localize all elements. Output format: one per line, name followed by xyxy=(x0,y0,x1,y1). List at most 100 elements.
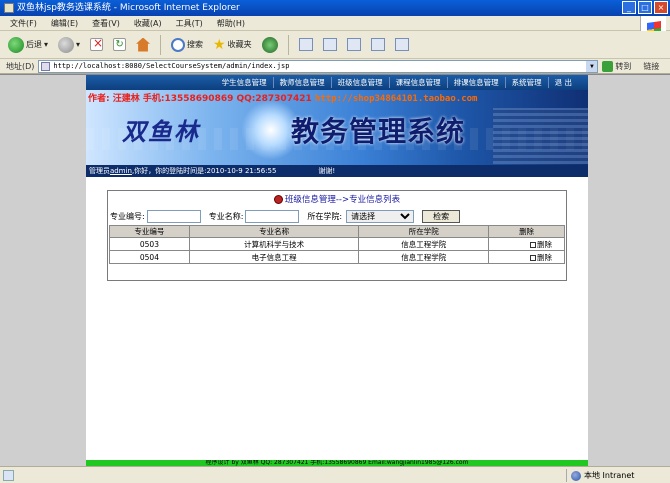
column-header: 删除 xyxy=(488,225,565,238)
column-header: 专业编号 xyxy=(109,225,190,238)
cell-college: 信息工程学院 xyxy=(358,237,490,251)
delete-link[interactable]: 删除 xyxy=(488,237,565,251)
stop-icon[interactable] xyxy=(90,36,103,51)
menu-favorites[interactable]: 收藏(A) xyxy=(134,18,162,29)
major-table: 专业编号 专业名称 所在学院 删除 0503 计算机科学与技术 信息工程学院 删… xyxy=(109,225,565,264)
edit-icon[interactable] xyxy=(346,38,361,51)
code-input[interactable] xyxy=(146,209,201,223)
menu-file[interactable]: 文件(F) xyxy=(10,18,37,29)
brand-name: 双鱼林 xyxy=(122,117,200,146)
menu-edit[interactable]: 编辑(E) xyxy=(51,18,78,29)
shop-url: http://shop34864101.taobao.com xyxy=(314,94,478,104)
home-icon[interactable] xyxy=(136,37,151,52)
table-row: 0504 电子信息工程 信息工程学院 删除 xyxy=(109,250,565,264)
building-graphic xyxy=(493,108,588,164)
go-label: 转到 xyxy=(615,61,632,71)
welcome-prefix: 管理员 xyxy=(89,167,110,175)
star-icon: ★ xyxy=(213,36,226,53)
chevron-down-icon[interactable]: ▾ xyxy=(76,40,80,49)
nav-item-schedule[interactable]: 排课信息管理 xyxy=(446,77,505,88)
nav-item-system[interactable]: 系统管理 xyxy=(504,77,548,88)
nav-item-logout[interactable]: 退 出 xyxy=(547,77,578,88)
nav-item-teachers[interactable]: 教师信息管理 xyxy=(272,77,331,88)
address-input[interactable]: http://localhost:8080/SelectCourseSystem… xyxy=(38,59,599,73)
name-input[interactable] xyxy=(245,209,300,223)
page-viewport: 学生信息管理 教师信息管理 班级信息管理 课程信息管理 排课信息管理 系统管理 … xyxy=(0,74,670,467)
cell-code: 0503 xyxy=(109,237,190,251)
back-label: 后退 xyxy=(26,40,42,49)
menu-tools[interactable]: 工具(T) xyxy=(176,18,203,29)
toolbar-divider xyxy=(287,34,289,55)
links-button[interactable]: 链接 xyxy=(643,61,659,72)
forward-button[interactable]: ▾ xyxy=(58,36,80,53)
menu-view[interactable]: 查看(V) xyxy=(92,18,120,29)
search-form: 专业编号: 专业名称: 所在学院: 请选择 检索 xyxy=(108,207,566,225)
delete-icon xyxy=(530,254,536,261)
name-label: 专业名称: xyxy=(208,211,244,221)
column-header: 专业名称 xyxy=(188,225,360,238)
table-header-row: 专业编号 专业名称 所在学院 删除 xyxy=(109,225,565,238)
delete-icon xyxy=(530,241,536,248)
globe-icon xyxy=(571,470,581,481)
refresh-icon[interactable]: ↻ xyxy=(113,38,127,51)
print-icon[interactable] xyxy=(322,38,337,51)
search-icon xyxy=(171,37,186,52)
minimize-button[interactable]: _ xyxy=(622,1,636,14)
history-icon[interactable] xyxy=(261,36,278,53)
ie-page-icon xyxy=(4,2,14,13)
messenger-icon[interactable] xyxy=(370,38,385,51)
college-select[interactable]: 请选择 xyxy=(346,209,415,223)
table-row: 0503 计算机科学与技术 信息工程学院 删除 xyxy=(109,237,565,251)
go-button[interactable]: 转到 xyxy=(602,60,632,72)
window-titlebar: 双鱼林jsp教务选课系统 - Microsoft Internet Explor… xyxy=(0,0,670,16)
address-bar: 地址(D) http://localhost:8080/SelectCourse… xyxy=(0,59,670,74)
author-contact: 作者: 汪建林 手机:13558690869 QQ:287307421 http… xyxy=(88,91,477,104)
nav-item-students[interactable]: 学生信息管理 xyxy=(216,77,273,88)
header-banner: 作者: 汪建林 手机:13558690869 QQ:287307421 http… xyxy=(86,90,588,165)
cell-code: 0504 xyxy=(109,250,190,264)
search-label: 搜索 xyxy=(187,40,204,49)
welcome-message: ,你好，你的登陆时间是:2010-10-9 21:56:55 xyxy=(131,167,277,175)
address-label: 地址(D) xyxy=(6,61,35,71)
toolbar-divider xyxy=(160,34,162,55)
welcome-username: admin xyxy=(110,167,132,175)
chevron-down-icon[interactable]: ▾ xyxy=(44,40,48,49)
nav-item-classes[interactable]: 班级信息管理 xyxy=(330,77,389,88)
window-title: 双鱼林jsp教务选课系统 - Microsoft Internet Explor… xyxy=(17,3,240,13)
mail-icon[interactable] xyxy=(298,38,313,51)
search-submit-button[interactable]: 检索 xyxy=(422,209,461,223)
forward-arrow-icon xyxy=(58,36,75,53)
cell-college: 信息工程学院 xyxy=(358,250,490,264)
welcome-thanks: 谢谢! xyxy=(318,167,336,175)
close-button[interactable]: × xyxy=(654,1,668,14)
list-icon xyxy=(273,194,283,204)
page-frame: 学生信息管理 教师信息管理 班级信息管理 课程信息管理 排课信息管理 系统管理 … xyxy=(86,75,588,467)
menu-bar: 文件(F) 编辑(E) 查看(V) 收藏(A) 工具(T) 帮助(H) xyxy=(0,16,670,31)
top-nav: 学生信息管理 教师信息管理 班级信息管理 课程信息管理 排课信息管理 系统管理 … xyxy=(86,75,588,90)
welcome-bar: 管理员 admin ,你好，你的登陆时间是:2010-10-9 21:56:55 谢… xyxy=(86,165,588,177)
favorites-button[interactable]: ★ 收藏夹 xyxy=(213,38,252,52)
status-bar: 本地 Intranet xyxy=(0,466,670,483)
security-zone: 本地 Intranet xyxy=(566,469,634,482)
code-label: 专业编号: xyxy=(110,211,145,221)
zone-label: 本地 Intranet xyxy=(584,471,635,480)
go-arrow-icon xyxy=(602,60,614,72)
page-icon xyxy=(41,61,51,71)
back-button[interactable]: 后退 ▾ xyxy=(8,36,48,53)
page-done-icon xyxy=(3,469,14,481)
research-icon[interactable] xyxy=(394,38,409,51)
nav-item-courses[interactable]: 课程信息管理 xyxy=(388,77,447,88)
search-button[interactable]: 搜索 xyxy=(171,37,204,52)
panel-title: 班级信息管理-->专业信息列表 xyxy=(108,191,566,207)
system-name: 教务管理系统 xyxy=(291,115,466,148)
delete-link[interactable]: 删除 xyxy=(488,250,565,264)
maximize-button[interactable]: □ xyxy=(638,1,652,14)
favorites-label: 收藏夹 xyxy=(227,40,252,49)
browser-toolbar: 后退 ▾ ▾ ↻ 搜索 ★ 收藏夹 xyxy=(0,31,670,59)
back-arrow-icon xyxy=(8,36,24,53)
panel-title-text: 班级信息管理-->专业信息列表 xyxy=(284,195,401,205)
chevron-down-icon[interactable]: ▼ xyxy=(586,60,598,72)
window-controls: _ □ × xyxy=(622,1,668,14)
cell-name: 计算机科学与技术 xyxy=(188,237,360,251)
menu-help[interactable]: 帮助(H) xyxy=(217,18,245,29)
